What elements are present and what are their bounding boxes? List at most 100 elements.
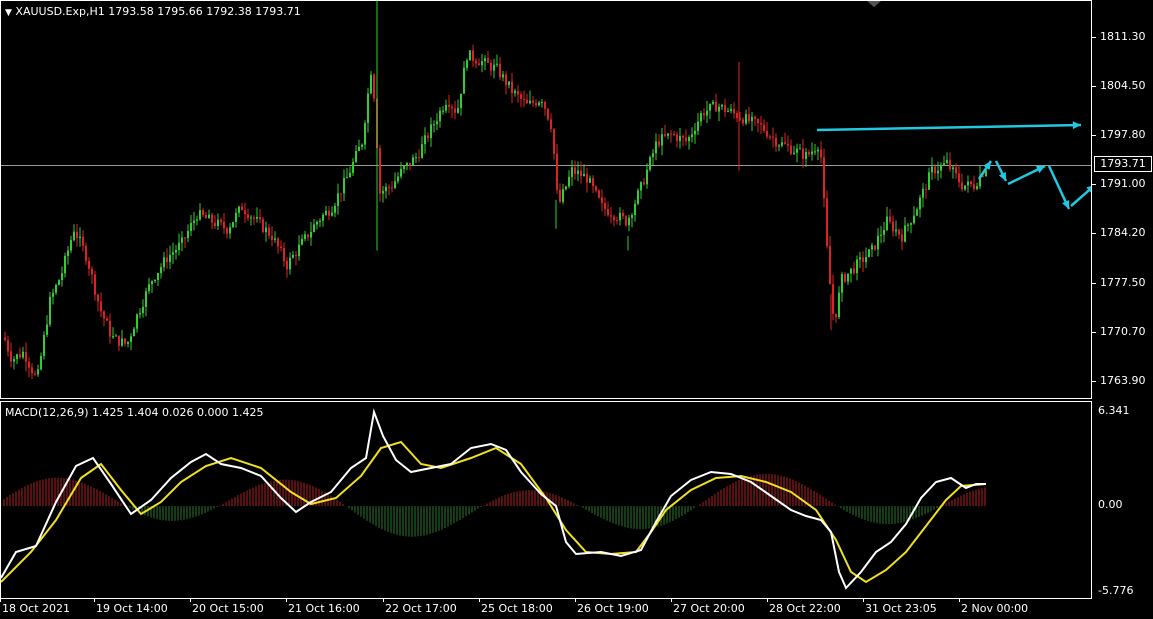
candle xyxy=(409,162,411,171)
candle xyxy=(685,129,687,146)
candle xyxy=(280,240,282,252)
candle xyxy=(430,117,432,147)
candle xyxy=(859,251,861,268)
price-chart-panel[interactable]: ▼ XAUUSD.Exp,H1 1793.58 1795.66 1792.38 … xyxy=(0,0,1092,399)
candle xyxy=(16,353,18,365)
candle xyxy=(628,215,630,232)
candle xyxy=(367,88,369,133)
horizontal-projection-arrow[interactable] xyxy=(816,121,1082,132)
candle xyxy=(460,93,462,116)
candle xyxy=(274,231,276,243)
price-tick xyxy=(1092,331,1096,333)
candle xyxy=(808,149,810,157)
scroll-marker-icon[interactable] xyxy=(867,1,881,7)
candle xyxy=(34,370,36,377)
candle xyxy=(301,234,303,246)
candle xyxy=(625,214,627,228)
candle xyxy=(895,220,897,237)
projection-arrow-segment[interactable] xyxy=(994,160,1008,182)
candle xyxy=(538,100,540,107)
current-price-tag: 1793.71 xyxy=(1094,156,1152,172)
candle xyxy=(361,143,363,151)
candle xyxy=(268,223,270,239)
candle xyxy=(793,145,795,156)
candle xyxy=(373,73,375,103)
candle xyxy=(694,122,696,144)
price-chart-canvas[interactable] xyxy=(1,1,1091,398)
candle xyxy=(358,139,360,152)
candle xyxy=(58,279,60,286)
macd-panel[interactable]: MACD(12,26,9) 1.425 1.404 0.026 0.000 1.… xyxy=(0,401,1092,599)
candle xyxy=(922,183,924,208)
time-tick xyxy=(286,599,287,602)
candle xyxy=(160,263,162,279)
candle xyxy=(586,167,588,193)
candle xyxy=(316,220,318,230)
candle xyxy=(451,104,453,118)
candle xyxy=(172,242,174,264)
candle xyxy=(766,121,768,139)
candle xyxy=(454,101,456,120)
candle xyxy=(616,216,618,225)
triangle-down-icon[interactable]: ▼ xyxy=(5,8,12,18)
candle xyxy=(601,189,603,212)
candle xyxy=(904,217,906,243)
candle xyxy=(106,315,108,322)
candle xyxy=(370,71,372,95)
candle xyxy=(811,142,813,161)
candle xyxy=(487,51,489,64)
candle xyxy=(346,167,348,179)
projection-arrow-segment[interactable] xyxy=(977,160,993,180)
projection-arrow-segment[interactable] xyxy=(1070,185,1091,207)
candle xyxy=(439,107,441,128)
candle xyxy=(193,211,195,231)
candle xyxy=(769,134,771,141)
candle xyxy=(643,177,645,186)
price-tick-label: 1797.80 xyxy=(1100,128,1146,142)
time-label: 25 Oct 18:00 xyxy=(481,602,553,615)
candle xyxy=(886,206,888,231)
candle xyxy=(295,251,297,266)
candle xyxy=(61,266,63,287)
macd-signal-line xyxy=(1,440,987,584)
candle xyxy=(634,199,636,222)
candle xyxy=(802,139,804,168)
candle xyxy=(826,190,828,249)
candle xyxy=(469,50,471,61)
price-tick-label: 1791.00 xyxy=(1100,177,1146,191)
macd-canvas[interactable] xyxy=(1,402,1091,598)
candle xyxy=(397,172,399,184)
candle xyxy=(247,208,249,222)
candle xyxy=(949,152,951,172)
candle xyxy=(844,271,846,284)
candle xyxy=(724,98,726,118)
candle xyxy=(889,209,891,224)
candle xyxy=(553,128,555,160)
candle xyxy=(325,205,327,216)
candle xyxy=(646,163,648,189)
candle xyxy=(292,251,294,259)
candle xyxy=(805,148,807,167)
candle xyxy=(838,286,840,319)
candle xyxy=(343,169,345,202)
candle xyxy=(400,161,402,179)
candle xyxy=(112,327,114,339)
candle xyxy=(535,99,537,108)
projection-arrow-segment[interactable] xyxy=(1007,164,1046,186)
candle xyxy=(133,326,135,337)
candle xyxy=(127,341,129,348)
time-tick xyxy=(767,599,768,602)
candle xyxy=(421,136,423,159)
candle xyxy=(901,228,903,250)
candle xyxy=(49,291,51,327)
candle xyxy=(472,44,474,67)
candle xyxy=(595,185,597,193)
price-tick xyxy=(1092,380,1096,382)
candle xyxy=(382,185,384,203)
candle xyxy=(415,152,417,164)
candle xyxy=(943,155,945,166)
projection-arrow-segment[interactable] xyxy=(1047,165,1071,210)
candle xyxy=(448,94,450,114)
candle xyxy=(481,54,483,73)
candle xyxy=(892,215,894,237)
